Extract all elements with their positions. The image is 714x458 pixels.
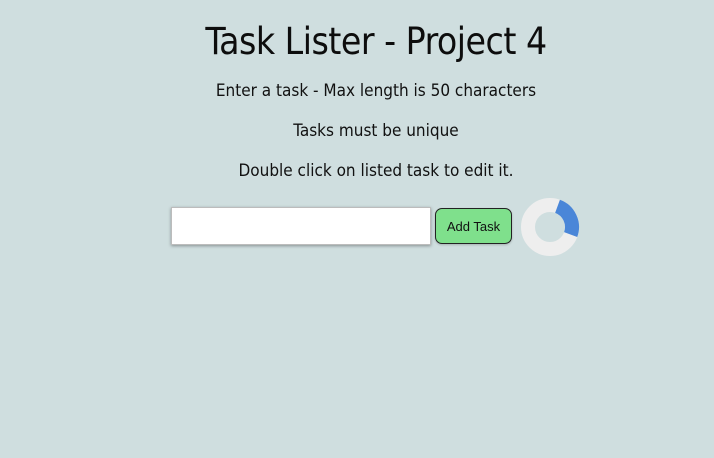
instruction-max-length: Enter a task - Max length is 50 characte…: [215, 81, 537, 101]
loading-spinner-icon: [521, 198, 579, 256]
task-lister-page: Task Lister - Project 4 Enter a task - M…: [0, 0, 714, 458]
instruction-edit: Double click on listed task to edit it.: [238, 161, 514, 181]
page-title: Task Lister - Project 4: [205, 20, 547, 63]
add-task-button[interactable]: Add Task: [435, 208, 512, 244]
instruction-unique: Tasks must be unique: [293, 121, 459, 141]
task-input[interactable]: [171, 207, 431, 245]
